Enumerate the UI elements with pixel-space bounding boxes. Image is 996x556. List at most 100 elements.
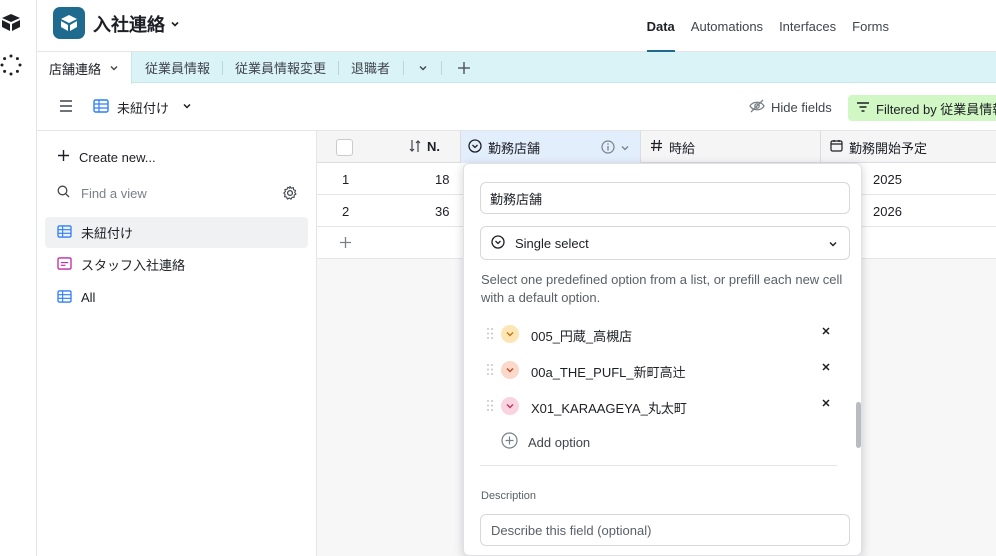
chevron-down-icon (181, 100, 193, 115)
tab-table-2[interactable]: 従業員情報 (145, 52, 210, 83)
tab-divider (222, 61, 223, 75)
create-new-view-button[interactable]: Create new... (57, 149, 156, 165)
view-item-label: スタッフ入社連絡 (81, 258, 186, 273)
app-rail (0, 0, 37, 556)
base-title[interactable]: 入社連絡 (93, 11, 181, 37)
description-input[interactable]: Describe this field (optional) (480, 514, 850, 546)
field-type-label: Single select (515, 235, 589, 251)
column-header-start-date[interactable]: 勤務開始予定 (821, 131, 996, 163)
find-view-placeholder: Find a view (81, 185, 147, 201)
row-index: 1 (342, 171, 350, 187)
chevron-down-icon[interactable] (620, 141, 630, 156)
column-header-label: 時給 (669, 140, 696, 156)
eye-off-icon (749, 99, 765, 116)
gear-icon[interactable] (282, 185, 298, 204)
column-header-wage[interactable]: 時給 (641, 131, 821, 163)
views-sidebar: Create new... Find a view 未紐付け スタッフ入社連絡 … (37, 131, 317, 556)
base-icon[interactable] (53, 7, 85, 39)
view-toolbar: 未紐付け Hide fields Filtered by 従業員情報 (37, 84, 996, 131)
add-table-plus-icon[interactable] (457, 52, 471, 83)
filter-button[interactable]: Filtered by 従業員情報 (848, 95, 996, 121)
panel-scrollbar[interactable] (856, 402, 861, 448)
header-row-number: N. (317, 131, 461, 163)
sidebar-view-item[interactable]: All (45, 282, 308, 313)
view-item-label: 未紐付け (81, 226, 134, 241)
column-header-n[interactable]: N. (427, 139, 440, 154)
field-type-help-text: Select one predefined option from a list… (481, 272, 843, 305)
top-nav: Data Automations Interfaces Forms (646, 0, 889, 52)
field-name-input[interactable]: 勤務店舗 (480, 182, 850, 214)
option-color-chevron-icon[interactable] (501, 325, 519, 343)
add-option-button[interactable]: Add option (501, 432, 590, 452)
loading-spinner-icon (0, 54, 22, 79)
hide-fields-button[interactable]: Hide fields (749, 99, 832, 116)
select-option-row[interactable]: X01_KARAAGEYA_丸太町 (480, 394, 840, 418)
select-all-checkbox[interactable] (336, 139, 353, 156)
plus-icon (57, 149, 70, 165)
divider (480, 465, 837, 466)
option-label[interactable]: 005_円蔵_高槻店 (531, 326, 632, 345)
tab-divider (338, 61, 339, 75)
find-view-input[interactable]: Find a view (57, 185, 147, 201)
grid-view-icon (57, 289, 72, 306)
single-select-icon (468, 138, 482, 156)
drag-handle-icon[interactable] (486, 399, 494, 415)
sidebar-view-item[interactable]: スタッフ入社連絡 (45, 249, 308, 280)
plus-circle-icon (501, 432, 518, 452)
grid-header: N. 勤務店舗 時給 勤務開始予定 (317, 131, 996, 163)
nav-interfaces[interactable]: Interfaces (779, 0, 836, 52)
tab-divider (441, 61, 442, 75)
drag-handle-icon[interactable] (486, 327, 494, 343)
number-hash-icon (650, 139, 663, 155)
chevron-down-icon (169, 14, 181, 35)
close-icon[interactable] (820, 325, 832, 340)
calendar-icon (830, 139, 843, 155)
add-option-label: Add option (528, 434, 591, 450)
grid-view-icon (93, 99, 109, 116)
tab-divider (403, 61, 404, 75)
nav-automations[interactable]: Automations (691, 0, 763, 52)
view-name-label: 未紐付け (117, 101, 170, 116)
cell-start-date[interactable]: 2025 (873, 163, 902, 195)
row-index: 2 (342, 203, 350, 219)
option-label[interactable]: X01_KARAAGEYA_丸太町 (531, 398, 687, 417)
drag-handle-icon[interactable] (486, 363, 494, 379)
column-header-store[interactable]: 勤務店舗 (461, 131, 641, 163)
field-config-panel: 勤務店舗 Single select Select one predefined… (463, 163, 862, 556)
close-icon[interactable] (820, 361, 832, 376)
field-type-select[interactable]: Single select (480, 226, 850, 260)
sidebar-view-item[interactable]: 未紐付け (45, 217, 308, 248)
option-color-chevron-icon[interactable] (501, 397, 519, 415)
form-view-icon (57, 256, 72, 273)
column-header-label: 勤務開始予定 (849, 140, 928, 156)
airtable-logo-icon[interactable] (0, 12, 22, 35)
search-icon (57, 185, 70, 201)
more-tables-chevron-icon[interactable] (417, 52, 429, 83)
close-icon[interactable] (820, 397, 832, 412)
chevron-down-icon (827, 238, 839, 253)
select-option-row[interactable]: 005_円蔵_高槻店 (480, 322, 840, 346)
column-header-label: 勤務店舗 (488, 140, 541, 156)
cell-start-date[interactable]: 2026 (873, 195, 902, 227)
add-record-plus-icon[interactable] (339, 236, 352, 252)
cell-n[interactable]: 36 (435, 195, 449, 227)
tab-table-3[interactable]: 従業員情報変更 (235, 52, 326, 83)
hide-fields-label: Hide fields (771, 100, 832, 115)
nav-data[interactable]: Data (646, 0, 675, 52)
info-icon[interactable] (601, 140, 615, 157)
top-bar: 入社連絡 Data Automations Interfaces Forms (37, 0, 996, 52)
tab-table-4[interactable]: 退職者 (351, 52, 390, 83)
nav-forms[interactable]: Forms (852, 0, 889, 52)
option-color-chevron-icon[interactable] (501, 361, 519, 379)
tab-active-table[interactable]: 店舗連絡 (37, 52, 133, 84)
hamburger-menu-icon[interactable] (59, 100, 73, 115)
chevron-down-icon (109, 61, 119, 76)
filter-label: Filtered by 従業員情報 (876, 101, 996, 117)
view-item-label: All (81, 290, 96, 305)
cell-n[interactable]: 18 (435, 163, 449, 195)
description-label: Description (481, 490, 537, 502)
select-option-row[interactable]: 00a_THE_PUFL_新町高辻 (480, 358, 840, 382)
view-switcher[interactable]: 未紐付け (93, 98, 193, 117)
grid-view-icon (57, 224, 72, 241)
option-label[interactable]: 00a_THE_PUFL_新町高辻 (531, 362, 686, 381)
